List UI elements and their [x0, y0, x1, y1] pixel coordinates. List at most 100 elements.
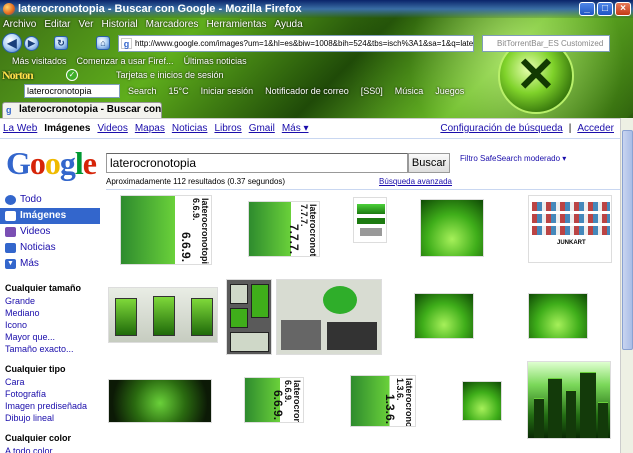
- filter-option[interactable]: A todo color: [5, 445, 100, 453]
- menu-ver[interactable]: Ver: [78, 18, 93, 32]
- image-result[interactable]: laterocronotopia 6.6.9. 6.6.9.: [120, 195, 212, 265]
- filter-size-heading[interactable]: Cualquier tamaño: [5, 282, 100, 295]
- image-result[interactable]: [276, 279, 382, 355]
- filter-option[interactable]: Mayor que...: [5, 331, 100, 343]
- toolbar-weather[interactable]: 15°C: [169, 82, 189, 100]
- home-icon[interactable]: ⌂: [96, 36, 110, 50]
- image-result[interactable]: [420, 199, 484, 257]
- url-text: http://www.google.com/images?um=1&hl=es&…: [135, 39, 474, 48]
- image-result[interactable]: laterocronotopia 7.7.7. 7.7.7.: [248, 201, 320, 257]
- page-content: La Web Imágenes Videos Mapas Noticias Li…: [0, 118, 620, 453]
- bookmark-most-visited[interactable]: Más visitados: [12, 54, 67, 68]
- left-nav: Todo Imágenes Videos Noticias ▼ Más Cualq…: [0, 192, 100, 453]
- tab-active[interactable]: g laterocronotopia - Buscar con Google: [2, 102, 162, 118]
- scrollbar-thumb[interactable]: [622, 130, 633, 350]
- thumb-text: laterocronotopia 6.6.9.: [191, 198, 210, 265]
- filter-option[interactable]: Dibujo lineal: [5, 412, 100, 424]
- filter-option[interactable]: Icono: [5, 319, 100, 331]
- leftnav-todo[interactable]: Todo: [0, 192, 100, 208]
- toolbar-mail-notifier[interactable]: Notificador de correo: [265, 82, 349, 100]
- thumb-text: 1.3.6.: [383, 393, 397, 424]
- menu-editar[interactable]: Editar: [44, 18, 70, 32]
- image-result[interactable]: [108, 379, 212, 423]
- leftnav-label: Todo: [20, 194, 42, 205]
- image-result[interactable]: [108, 287, 218, 343]
- maximize-button[interactable]: □: [597, 2, 613, 16]
- bookmark-getting-started[interactable]: Comenzar a usar Firef...: [77, 54, 174, 68]
- image-result[interactable]: [462, 381, 502, 421]
- filter-option[interactable]: Grande: [5, 295, 100, 307]
- toolbar-games[interactable]: Juegos: [435, 82, 464, 100]
- leftnav-more[interactable]: ▼ Más: [0, 256, 100, 272]
- results-count: Aproximadamente 112 resultados (0.37 seg…: [106, 177, 286, 186]
- search-settings-link[interactable]: Configuración de búsqueda: [440, 121, 562, 137]
- gbar-divider: [0, 138, 620, 139]
- image-result[interactable]: [527, 361, 611, 439]
- url-bar[interactable]: g http://www.google.com/images?um=1&hl=e…: [118, 35, 474, 52]
- filter-type-heading[interactable]: Cualquier tipo: [5, 363, 100, 376]
- images-icon: [5, 211, 16, 221]
- more-icon: ▼: [5, 259, 16, 269]
- filter-option[interactable]: Fotografía: [5, 388, 100, 400]
- close-button[interactable]: ×: [615, 2, 631, 16]
- filter-option[interactable]: Mediano: [5, 307, 100, 319]
- filter-color-heading[interactable]: Cualquier color: [5, 432, 100, 445]
- leftnav-label: Más: [20, 258, 39, 269]
- forward-button[interactable]: ▶: [24, 36, 39, 51]
- menu-historial[interactable]: Historial: [102, 18, 138, 32]
- menu-archivo[interactable]: Archivo: [3, 18, 36, 32]
- vertical-scrollbar[interactable]: [620, 118, 633, 453]
- navigation-toolbar: ◀ ▶ ↻ ⌂ g http://www.google.com/images?u…: [0, 32, 633, 54]
- image-result[interactable]: JUNKART: [528, 195, 612, 263]
- image-result[interactable]: laterocronotopia 6.6.9. 6.6.9.: [244, 377, 304, 423]
- title-bar: laterocronotopia - Buscar con Google - M…: [0, 0, 633, 18]
- gbar-maps[interactable]: Mapas: [135, 121, 165, 137]
- google-tab-icon: g: [6, 105, 12, 115]
- gbar-books[interactable]: Libros: [214, 121, 241, 137]
- image-result[interactable]: [226, 279, 272, 355]
- image-result[interactable]: laterocronotopia 1.3.6. 1.3.6.: [350, 375, 416, 427]
- toolbar-search-button[interactable]: Search: [128, 82, 157, 100]
- norton-check-icon: ✓: [66, 69, 78, 81]
- advanced-search-link[interactable]: Búsqueda avanzada: [379, 176, 452, 188]
- logo-letter: l: [74, 145, 84, 181]
- bookmark-latest-news[interactable]: Últimas noticias: [184, 54, 247, 68]
- gbar-images[interactable]: Imágenes: [44, 121, 90, 137]
- search-button[interactable]: Buscar: [408, 153, 450, 173]
- toolbar-login[interactable]: Iniciar sesión: [201, 82, 254, 100]
- gbar-web[interactable]: La Web: [3, 121, 37, 137]
- toolbar-search-input[interactable]: laterocronotopia: [24, 84, 120, 98]
- gbar-videos[interactable]: Videos: [97, 121, 127, 137]
- filter-option[interactable]: Tamaño exacto...: [5, 343, 100, 355]
- thumb-text: laterocronotopia 1.3.6.: [395, 378, 414, 427]
- reload-icon[interactable]: ↻: [54, 36, 68, 50]
- gbar-more[interactable]: Más ▾: [282, 121, 309, 137]
- image-result[interactable]: [414, 293, 474, 339]
- filter-option[interactable]: Cara: [5, 376, 100, 388]
- gbar-gmail[interactable]: Gmail: [249, 121, 275, 137]
- filter-option[interactable]: Imagen prediseñada: [5, 400, 100, 412]
- search-input[interactable]: laterocronotopia: [106, 153, 408, 173]
- leftnav-videos[interactable]: Videos: [0, 224, 100, 240]
- gbar-separator: |: [568, 123, 572, 134]
- browser-search-box[interactable]: BitTorrentBar_ES Customized: [482, 35, 610, 52]
- safesearch-dropdown[interactable]: Filtro SafeSearch moderado ▾: [460, 153, 566, 165]
- menu-ayuda[interactable]: Ayuda: [274, 18, 302, 32]
- toolbar-music[interactable]: Música: [395, 82, 424, 100]
- menu-marcadores[interactable]: Marcadores: [146, 18, 199, 32]
- leftnav-news[interactable]: Noticias: [0, 240, 100, 256]
- leftnav-label: Noticias: [20, 242, 56, 253]
- filter-size: Cualquier tamaño Grande Mediano Icono Ma…: [0, 282, 100, 355]
- google-logo[interactable]: Google: [6, 145, 97, 182]
- sign-in-link[interactable]: Acceder: [577, 121, 614, 137]
- toolbar-ss0[interactable]: [SS0]: [361, 82, 383, 100]
- leftnav-images[interactable]: Imágenes: [0, 208, 100, 224]
- menu-herramientas[interactable]: Herramientas: [206, 18, 266, 32]
- back-button[interactable]: ◀: [2, 33, 22, 53]
- gbar-news[interactable]: Noticias: [172, 121, 208, 137]
- minimize-button[interactable]: _: [579, 2, 595, 16]
- norton-cards-button[interactable]: Tarjetas e inicios de sesión: [116, 68, 224, 82]
- custom-toolbar: laterocronotopia Search 15°C Iniciar ses…: [0, 82, 633, 100]
- image-result[interactable]: [353, 197, 387, 243]
- image-result[interactable]: [528, 293, 588, 339]
